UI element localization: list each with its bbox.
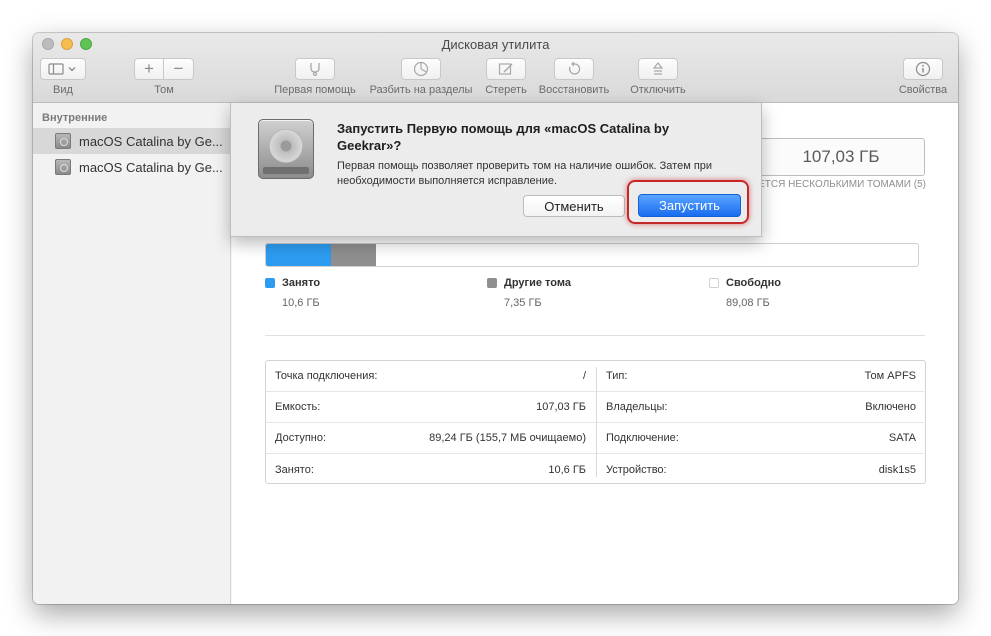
remove-volume-button[interactable]: − bbox=[164, 58, 194, 80]
info-value: disk1s5 bbox=[878, 463, 916, 476]
info-value: 107,03 ГБ bbox=[536, 401, 586, 413]
info-row: Точка подключения: / bbox=[266, 361, 596, 392]
info-label: Свойства bbox=[898, 84, 948, 96]
toolbar-info: Свойства bbox=[895, 58, 951, 96]
stethoscope-icon bbox=[310, 63, 320, 76]
toolbar-erase: Стереть bbox=[480, 58, 532, 96]
partition-button[interactable] bbox=[401, 58, 441, 80]
erase-pencil-icon bbox=[498, 63, 513, 75]
capacity-box: 107,03 ГБ bbox=[757, 138, 925, 176]
hard-drive-icon bbox=[258, 119, 314, 179]
add-volume-button[interactable]: + bbox=[134, 58, 164, 80]
info-value: 89,24 ГБ (155,7 МБ очищаемо) bbox=[429, 432, 586, 444]
info-row: Занято: 10,6 ГБ bbox=[266, 454, 596, 485]
legend-other-value: 7,35 ГБ bbox=[504, 297, 542, 309]
info-row: Подключение: SATA bbox=[597, 423, 926, 454]
volume-segmented-control: + − bbox=[134, 58, 194, 80]
title-bar: Дисковая утилита Вид + − Том Первая помо… bbox=[33, 33, 958, 103]
legend-free-value: 89,08 ГБ bbox=[726, 297, 770, 309]
info-row: Доступно: 89,24 ГБ (155,7 МБ очищаемо) bbox=[266, 423, 596, 454]
pie-partition-icon bbox=[413, 61, 429, 77]
firstaid-button[interactable] bbox=[295, 58, 335, 80]
info-key: Емкость: bbox=[275, 401, 321, 413]
toolbar-firstaid: Первая помощь bbox=[270, 58, 360, 96]
info-button[interactable] bbox=[903, 58, 943, 80]
toolbar-unmount: Отключить bbox=[625, 58, 691, 96]
cancel-button[interactable]: Отменить bbox=[523, 195, 625, 217]
info-key: Точка подключения: bbox=[275, 370, 378, 382]
volume-info-table: Точка подключения: / Емкость: 107,03 ГБ До… bbox=[265, 360, 926, 484]
usage-bar-other bbox=[331, 244, 376, 266]
view-button[interactable] bbox=[40, 58, 86, 80]
sidebar-section-internal: Внутренние bbox=[42, 112, 108, 124]
sidebar-view-icon bbox=[48, 63, 76, 75]
info-column-right: Тип: Том APFS Владельцы: Включено Подключе… bbox=[597, 361, 926, 485]
legend-other: Другие тома 7,35 ГБ bbox=[487, 277, 571, 309]
hard-disk-icon bbox=[55, 159, 71, 175]
info-key: Владельцы: bbox=[606, 401, 668, 413]
volume-label: Том bbox=[154, 84, 174, 96]
info-value: Включено bbox=[865, 401, 916, 413]
sidebar-item-volume-1[interactable]: macOS Catalina by Ge... bbox=[33, 128, 231, 154]
info-value: SATA bbox=[888, 432, 916, 444]
info-column-left: Точка подключения: / Емкость: 107,03 ГБ До… bbox=[266, 361, 596, 485]
legend-used: Занято 10,6 ГБ bbox=[265, 277, 320, 309]
info-key: Занято: bbox=[275, 463, 314, 476]
sidebar: Внутренние macOS Catalina by Ge... macOS… bbox=[33, 103, 231, 604]
toolbar-view: Вид bbox=[40, 58, 86, 96]
eject-icon bbox=[652, 62, 664, 75]
info-value: Том APFS bbox=[864, 370, 916, 382]
usage-bar-used bbox=[266, 244, 331, 266]
window-title: Дисковая утилита bbox=[441, 37, 550, 52]
info-key: Тип: bbox=[606, 370, 628, 382]
info-key: Подключение: bbox=[606, 432, 679, 444]
sidebar-item-label: macOS Catalina by Ge... bbox=[79, 159, 223, 175]
run-firstaid-button[interactable]: Запустить bbox=[638, 194, 741, 217]
info-row: Владельцы: Включено bbox=[597, 392, 926, 423]
dialog-title: Запустить Первую помощь для «macOS Catal… bbox=[337, 121, 670, 153]
toolbar-volume: + − Том bbox=[134, 58, 194, 96]
hard-disk-icon bbox=[55, 133, 71, 149]
info-value: 10,6 ГБ bbox=[548, 463, 586, 476]
legend-used-value: 10,6 ГБ bbox=[282, 297, 320, 309]
legend-free-name: Свободно bbox=[726, 277, 781, 289]
restore-label: Восстановить bbox=[538, 84, 610, 96]
erase-button[interactable] bbox=[486, 58, 526, 80]
unmount-button[interactable] bbox=[638, 58, 678, 80]
info-value: / bbox=[582, 370, 586, 382]
erase-label: Стереть bbox=[485, 84, 527, 96]
unmount-label: Отключить bbox=[630, 84, 686, 96]
info-row: Емкость: 107,03 ГБ bbox=[266, 392, 596, 423]
legend-free: Свободно 89,08 ГБ bbox=[709, 277, 781, 309]
restore-button[interactable] bbox=[554, 58, 594, 80]
info-key: Доступно: bbox=[275, 432, 327, 444]
used-swatch bbox=[265, 278, 275, 288]
partition-label: Разбить на разделы bbox=[369, 84, 473, 96]
free-swatch bbox=[709, 278, 719, 288]
sidebar-item-volume-2[interactable]: macOS Catalina by Ge... bbox=[33, 154, 231, 180]
disk-utility-window: Дисковая утилита Вид + − Том Первая помо… bbox=[33, 33, 958, 604]
info-key: Устройство: bbox=[606, 463, 667, 476]
other-swatch bbox=[487, 278, 497, 288]
legend-used-name: Занято bbox=[282, 277, 321, 289]
restore-arrow-icon bbox=[568, 61, 581, 75]
sidebar-item-label: macOS Catalina by Ge... bbox=[79, 133, 223, 149]
legend-other-name: Другие тома bbox=[504, 277, 571, 289]
info-icon bbox=[915, 61, 931, 77]
firstaid-label: Первая помощь bbox=[274, 84, 356, 96]
view-label: Вид bbox=[53, 84, 73, 96]
info-row: Тип: Том APFS bbox=[597, 361, 926, 392]
toolbar-partition: Разбить на разделы bbox=[366, 58, 476, 96]
usage-bar bbox=[265, 243, 919, 267]
section-divider bbox=[265, 335, 925, 336]
info-row: Устройство: disk1s5 bbox=[597, 454, 926, 485]
toolbar-restore: Восстановить bbox=[534, 58, 614, 96]
